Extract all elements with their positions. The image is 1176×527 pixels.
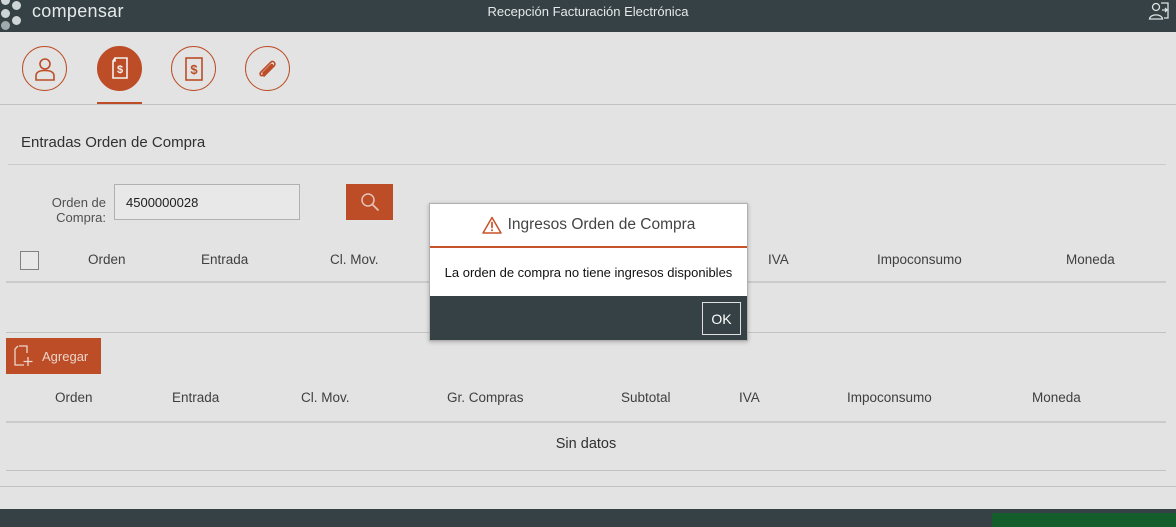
footer-status-bar <box>992 513 1176 527</box>
dialog-message: La orden de compra no tiene ingresos dis… <box>444 264 733 280</box>
dialog-footer: OK <box>430 296 747 340</box>
warning-icon <box>481 216 502 234</box>
dialog-header: Ingresos Orden de Compra <box>430 204 747 248</box>
user-exit-icon[interactable] <box>1148 1 1170 21</box>
app-title: Recepción Facturación Electrónica <box>487 4 689 19</box>
alert-dialog: Ingresos Orden de Compra La orden de com… <box>429 203 748 341</box>
ok-button[interactable]: OK <box>702 302 741 335</box>
app-header: compensar Recepción Facturación Electrón… <box>0 0 1176 32</box>
dialog-title: Ingresos Orden de Compra <box>507 216 696 233</box>
